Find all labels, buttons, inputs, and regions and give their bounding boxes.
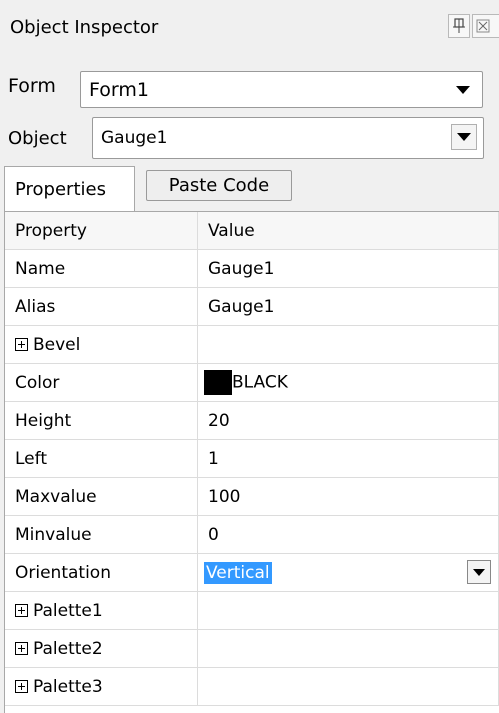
table-row[interactable]: Maxvalue 100: [5, 477, 499, 516]
paste-code-button[interactable]: Paste Code: [146, 170, 292, 201]
table-row[interactable]: Name Gauge1: [5, 249, 499, 288]
header-property: Property: [5, 212, 198, 250]
close-button[interactable]: [472, 14, 499, 38]
table-row[interactable]: Height 20: [5, 401, 499, 440]
property-name: Palette1: [33, 600, 103, 621]
pin-button[interactable]: [448, 14, 470, 38]
pin-icon: [453, 18, 465, 33]
table-row[interactable]: Left 1: [5, 439, 499, 478]
table-row[interactable]: Alias Gauge1: [5, 287, 499, 326]
chevron-down-icon: [456, 85, 470, 94]
property-name: Alias: [5, 287, 198, 326]
property-value[interactable]: 100: [197, 477, 499, 516]
table-row[interactable]: Orientation Vertical: [5, 553, 499, 592]
close-icon: [476, 19, 490, 33]
property-value[interactable]: [197, 591, 499, 630]
table-row[interactable]: Minvalue 0: [5, 515, 499, 554]
property-value[interactable]: Gauge1: [197, 287, 499, 326]
table-row[interactable]: Color BLACK: [5, 363, 499, 402]
property-name-cell: Palette2: [5, 629, 198, 668]
property-name: Left: [5, 439, 198, 478]
table-row[interactable]: Palette3: [5, 667, 499, 706]
property-name: Palette3: [33, 676, 103, 697]
chevron-down-icon: [473, 569, 485, 576]
form-label: Form: [8, 75, 56, 97]
property-name: Bevel: [33, 334, 81, 355]
object-label: Object: [8, 128, 67, 149]
paste-code-label: Paste Code: [168, 175, 270, 196]
tab-properties[interactable]: Properties: [4, 166, 135, 212]
property-name: Name: [5, 249, 198, 288]
property-grid: Property Value Name Gauge1 Alias Gauge1 …: [4, 211, 499, 713]
expand-icon[interactable]: [15, 641, 28, 655]
expand-icon[interactable]: [15, 337, 28, 351]
property-name: Palette2: [33, 638, 103, 659]
property-value: BLACK: [232, 372, 288, 393]
header-value: Value: [197, 212, 499, 250]
property-name: Minvalue: [5, 515, 198, 554]
object-select-value: Gauge1: [101, 128, 168, 148]
table-row[interactable]: Palette2: [5, 629, 499, 668]
property-value[interactable]: 1: [197, 439, 499, 478]
title-bar: Object Inspector: [0, 0, 499, 58]
table-row[interactable]: Bevel: [5, 325, 499, 364]
chevron-down-icon: [457, 133, 471, 141]
property-value[interactable]: Vertical: [204, 561, 272, 584]
property-value-cell[interactable]: BLACK: [197, 363, 499, 402]
property-name: Color: [5, 363, 198, 402]
property-value[interactable]: [197, 667, 499, 706]
property-value[interactable]: 20: [197, 401, 499, 440]
property-name: Height: [5, 401, 198, 440]
grid-header-row: Property Value: [5, 212, 499, 250]
property-value[interactable]: [197, 629, 499, 668]
object-select[interactable]: Gauge1: [92, 117, 484, 159]
property-value[interactable]: [197, 325, 499, 364]
property-value[interactable]: Gauge1: [197, 249, 499, 288]
form-select-value: Form1: [89, 78, 149, 101]
property-name: Orientation: [5, 553, 198, 592]
expand-icon[interactable]: [15, 603, 28, 617]
form-select[interactable]: Form1: [80, 71, 483, 108]
property-name-cell: Palette1: [5, 591, 198, 630]
expand-icon[interactable]: [15, 679, 28, 693]
color-swatch: [204, 370, 232, 395]
table-row[interactable]: Palette1: [5, 591, 499, 630]
orientation-dropdown-button[interactable]: [467, 560, 491, 584]
property-name-cell: Palette3: [5, 667, 198, 706]
property-value-cell[interactable]: Vertical: [197, 553, 499, 592]
tab-properties-label: Properties: [15, 179, 106, 200]
property-value[interactable]: 0: [197, 515, 499, 554]
window-title: Object Inspector: [10, 17, 159, 38]
property-name: Maxvalue: [5, 477, 198, 516]
property-name-cell: Bevel: [5, 325, 198, 364]
object-select-dropdown-button[interactable]: [451, 124, 477, 150]
